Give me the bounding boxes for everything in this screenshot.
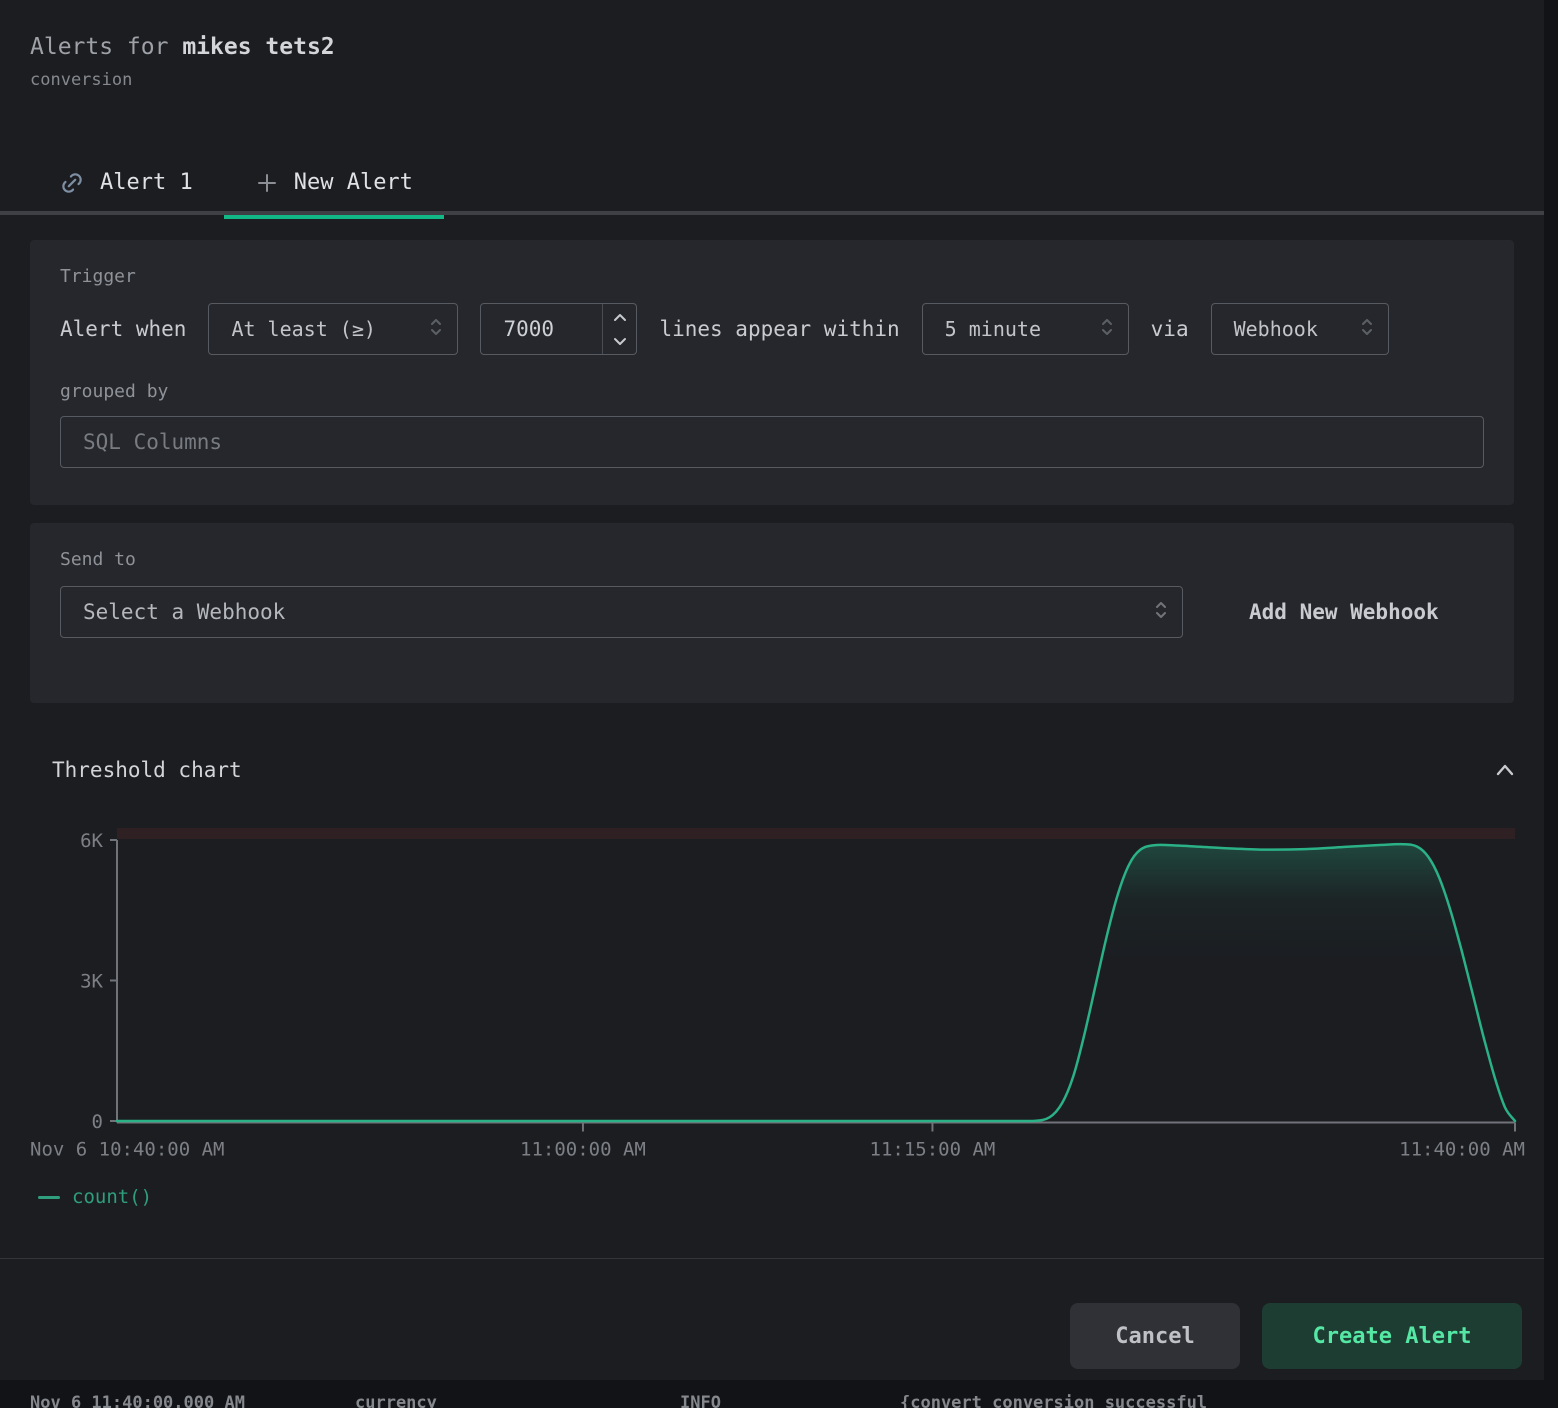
modal-header: Alerts for mikes tets2 conversion [30,34,335,90]
threshold-chart-header: Threshold chart [52,756,1522,784]
svg-text:6K: 6K [80,830,103,852]
threshold-chart-svg[interactable]: 0 3K 6K Nov 6 10:40:00 AM 11:00:00 AM 11:15:0… [0,810,1544,1165]
add-new-webhook-button[interactable]: Add New Webhook [1245,590,1443,634]
legend-series-label: count() [72,1186,152,1208]
tab-alert-1[interactable]: Alert 1 [28,150,224,215]
footer: Cancel Create Alert [0,1303,1544,1369]
log-level: INFO [680,1393,721,1408]
grouped-by-label: grouped by [60,381,1484,402]
chevron-up-down-icon [1360,315,1374,344]
spinner-down-button[interactable] [603,329,636,354]
svg-text:3K: 3K [80,971,103,993]
lines-appear-label: lines appear within [659,317,899,341]
number-spinner [602,304,636,354]
alerts-modal: Alerts for mikes tets2 conversion Alert … [0,0,1544,1380]
trigger-row: Alert when At least (≥) [60,303,1484,355]
time-window-select-value: 5 minute [945,317,1041,341]
channel-select[interactable]: Webhook [1211,303,1389,355]
alerts-page: Alerts for mikes tets2 conversion Alert … [0,0,1558,1408]
tab-alert-1-label: Alert 1 [100,170,193,195]
svg-text:11:40:00 AM: 11:40:00 AM [1399,1139,1525,1161]
trigger-section-label: Trigger [60,266,1484,287]
spinner-up-button[interactable] [603,304,636,329]
trigger-panel: Trigger Alert when At least (≥) [30,240,1514,505]
background-log-strip: Nov 6 11:40:00.000 AM currency INFO {con… [0,1380,1558,1408]
chevron-up-down-icon [429,315,443,344]
chart-legend: count() [38,1186,152,1208]
cancel-button[interactable]: Cancel [1070,1303,1240,1369]
webhook-select-placeholder: Select a Webhook [83,600,285,624]
chevron-up-down-icon [1154,598,1168,627]
svg-text:Nov 6 10:40:00 AM: Nov 6 10:40:00 AM [30,1139,224,1161]
svg-text:0: 0 [92,1111,103,1133]
alert-tabs: Alert 1 New Alert [0,150,1544,215]
chevron-up-icon[interactable] [1488,756,1522,784]
legend-line-swatch [38,1196,60,1199]
webhook-select[interactable]: Select a Webhook [60,586,1183,638]
group-by-input[interactable] [60,416,1484,468]
svg-text:11:00:00 AM: 11:00:00 AM [520,1139,646,1161]
log-message: {convert conversion successful [900,1393,1207,1408]
via-label: via [1151,317,1189,341]
plus-icon [255,171,279,195]
send-to-row: Select a Webhook Add New Webhook [60,586,1484,638]
time-window-select[interactable]: 5 minute [922,303,1129,355]
threshold-number-input-box [480,303,637,355]
condition-select-value: At least (≥) [231,317,376,341]
page-subtitle: conversion [30,70,335,90]
tab-new-alert-label: New Alert [294,170,413,195]
svg-text:11:15:00 AM: 11:15:00 AM [870,1139,996,1161]
chevron-up-down-icon [1100,315,1114,344]
page-title: Alerts for mikes tets2 [30,34,335,60]
channel-select-value: Webhook [1234,317,1318,341]
send-to-label: Send to [60,549,1484,570]
condition-select[interactable]: At least (≥) [208,303,458,355]
title-source-name: mikes tets2 [182,34,334,60]
alert-when-label: Alert when [60,317,186,341]
log-service: currency [355,1393,437,1408]
footer-divider [0,1258,1544,1259]
create-alert-button[interactable]: Create Alert [1262,1303,1522,1369]
tab-new-alert[interactable]: New Alert [224,150,444,215]
threshold-number-input[interactable] [481,304,602,354]
link-icon [59,170,85,196]
send-to-panel: Send to Select a Webhook Add New Webhook [30,523,1514,703]
title-prefix: Alerts for [30,34,182,60]
log-timestamp: Nov 6 11:40:00.000 AM [30,1393,245,1408]
threshold-chart-title: Threshold chart [52,758,242,782]
